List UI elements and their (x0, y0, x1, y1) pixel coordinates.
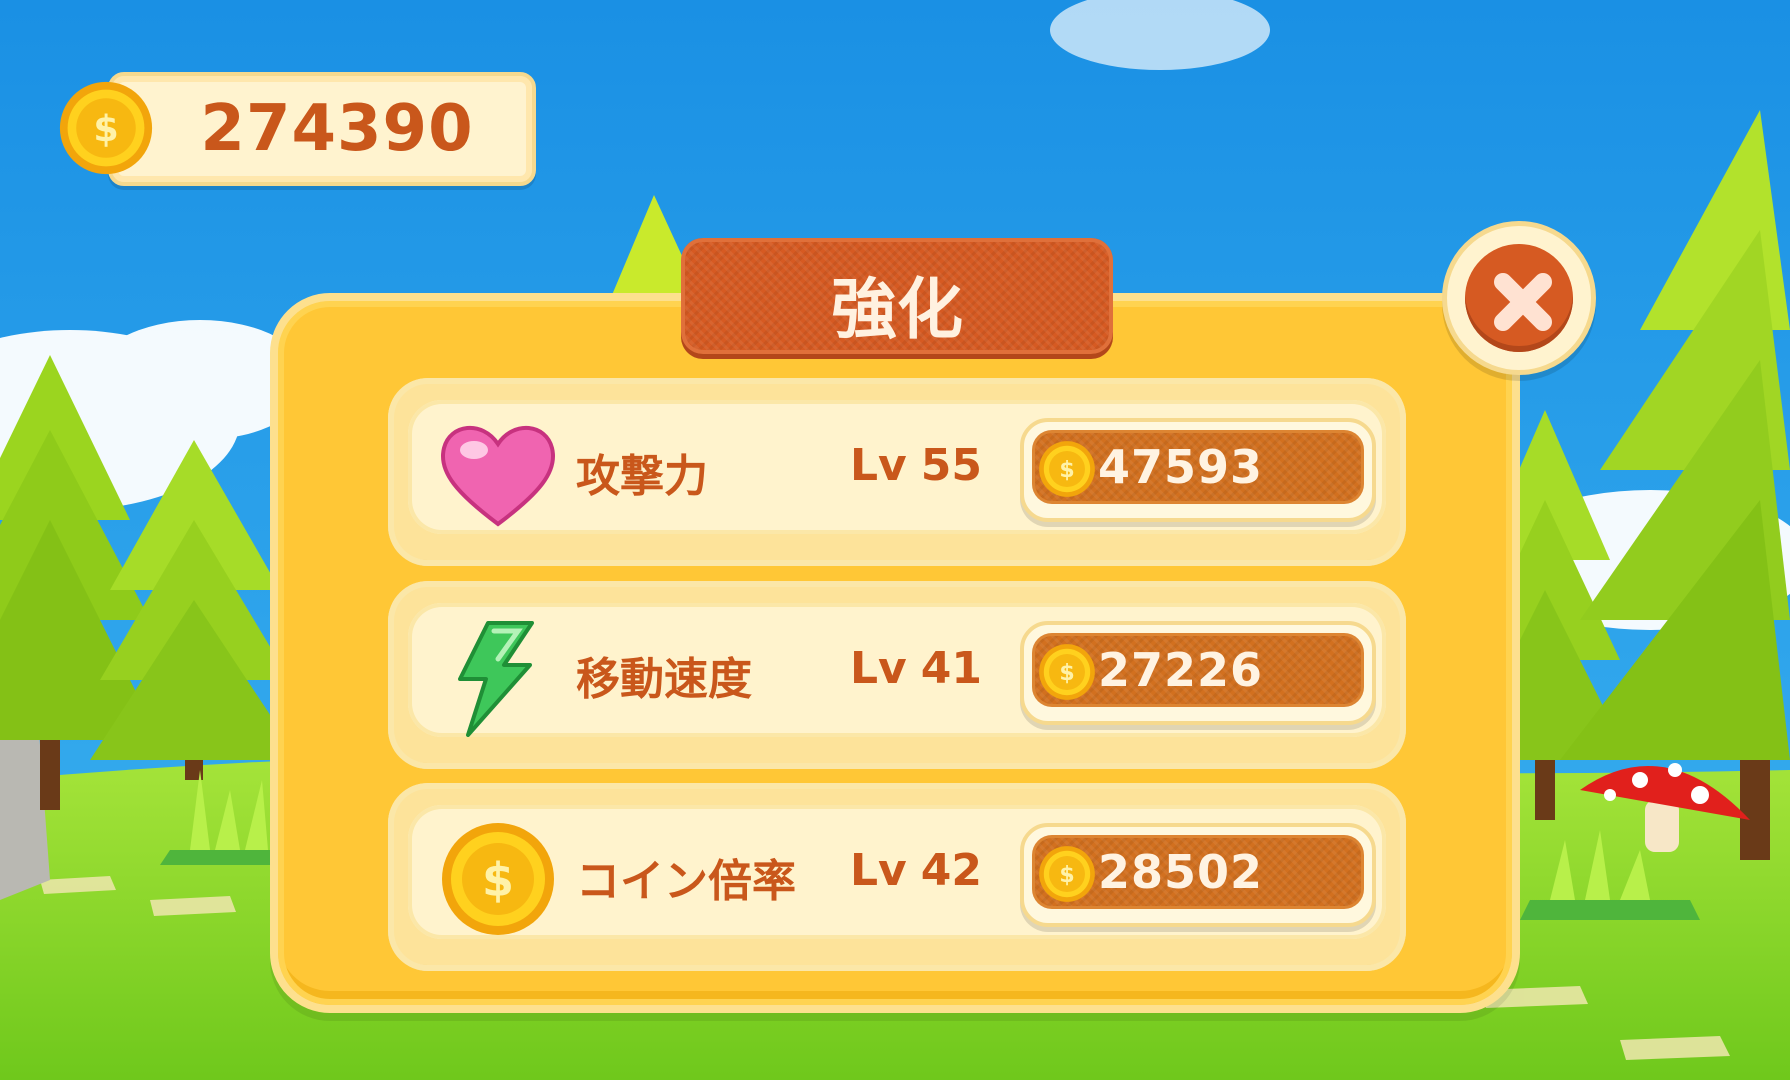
coin-icon: $ (1039, 644, 1095, 700)
upgrade-cost: 27226 (1098, 643, 1264, 697)
upgrade-row-coin-multiplier: $ コイン倍率 Lv 42 $ 28502 (388, 783, 1406, 971)
upgrade-name: コイン倍率 (576, 856, 796, 907)
panel-title: 強化 (831, 271, 963, 348)
upgrade-attack-button[interactable]: $ 47593 (1020, 418, 1376, 522)
svg-text:$: $ (1059, 863, 1074, 888)
coin-icon: $ (1039, 441, 1095, 497)
upgrade-cost: 28502 (1098, 845, 1264, 899)
svg-text:$: $ (1059, 458, 1074, 483)
upgrade-move-speed-button[interactable]: $ 27226 (1020, 621, 1376, 725)
lightning-icon (458, 621, 534, 737)
upgrade-name: 攻撃力 (576, 451, 708, 502)
upgrade-level: Lv 41 (850, 643, 982, 694)
coin-count: 274390 (200, 92, 474, 166)
upgrade-name: 移動速度 (576, 654, 752, 705)
svg-text:$: $ (1059, 661, 1074, 686)
upgrade-level: Lv 42 (850, 845, 982, 896)
upgrade-cost: 47593 (1098, 440, 1264, 494)
coin-icon: $ (442, 823, 554, 935)
panel-title-bar: 強化 (681, 238, 1113, 354)
close-icon (1494, 273, 1552, 331)
upgrade-row-move-speed: 移動速度 Lv 41 $ 27226 (388, 581, 1406, 769)
upgrade-row-attack: 攻撃力 Lv 55 $ 47593 (388, 378, 1406, 566)
close-button[interactable] (1442, 221, 1596, 375)
upgrade-level: Lv 55 (850, 440, 982, 491)
coin-icon: $ (59, 81, 153, 175)
upgrade-coin-multiplier-button[interactable]: $ 28502 (1020, 823, 1376, 927)
svg-text:$: $ (93, 107, 118, 150)
coin-counter: 274390 (108, 72, 536, 186)
coin-icon: $ (1039, 846, 1095, 902)
svg-text:$: $ (482, 853, 514, 907)
heart-icon (441, 426, 555, 527)
